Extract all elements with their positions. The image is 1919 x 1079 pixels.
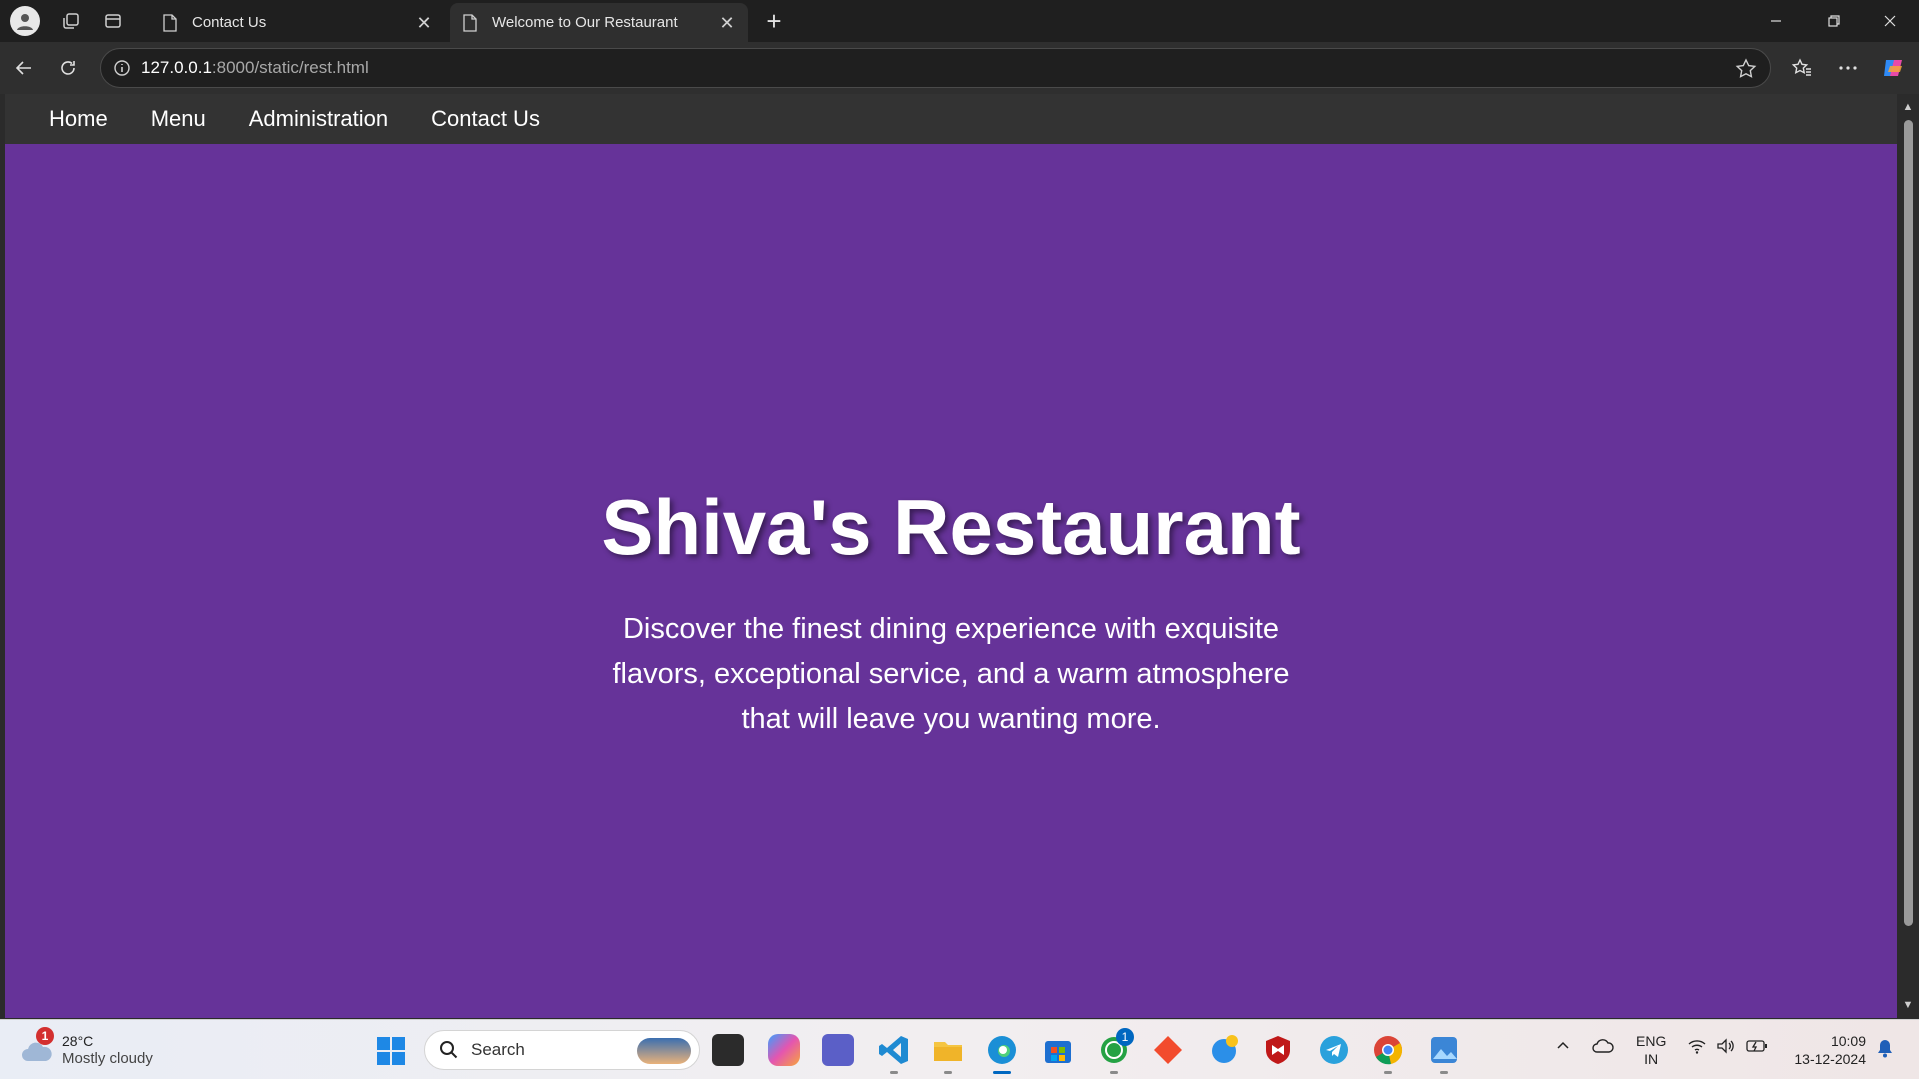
more-options-icon[interactable]	[1825, 45, 1871, 91]
vscode-icon[interactable]	[878, 1034, 910, 1074]
input-language-indicator[interactable]: ENG IN	[1636, 1032, 1666, 1068]
system-clock[interactable]: 10:09 13-12-2024	[1786, 1032, 1866, 1068]
address-bar-row: 127.0.0.1:8000/static/rest.html	[0, 42, 1919, 94]
close-tab-icon[interactable]: ✕	[415, 14, 433, 32]
edge-icon[interactable]	[986, 1034, 1018, 1074]
onedrive-cloud-icon[interactable]	[1592, 1038, 1614, 1058]
profile-avatar-icon[interactable]	[10, 6, 40, 36]
language-code: ENG	[1636, 1033, 1667, 1049]
ie-style-app-icon[interactable]	[1208, 1034, 1240, 1066]
page-icon	[163, 13, 177, 32]
search-label: Search	[471, 1040, 525, 1059]
windows-start-icon[interactable]	[376, 1036, 406, 1066]
close-tab-icon[interactable]: ✕	[718, 14, 736, 32]
teams-icon[interactable]	[822, 1034, 854, 1066]
hero-tagline: Discover the finest dining experience wi…	[612, 613, 1290, 735]
hero-title: Shiva's Restaurant	[601, 483, 1301, 571]
address-input[interactable]: 127.0.0.1:8000/static/rest.html	[100, 48, 1771, 88]
back-icon[interactable]	[2, 46, 46, 90]
copilot-icon[interactable]	[1871, 45, 1917, 91]
browser-title-bar: Contact Us ✕ Welcome to Our Restaurant ✕…	[0, 0, 1919, 42]
nav-administration-link[interactable]: Administration	[249, 106, 388, 132]
show-hidden-icons-chevron-icon[interactable]	[1555, 1038, 1571, 1058]
photos-app-icon[interactable]	[1428, 1034, 1460, 1074]
mcafee-shield-icon[interactable]	[1262, 1034, 1294, 1066]
url-host: 127.0.0.1	[141, 58, 212, 77]
site-info-icon[interactable]	[113, 59, 131, 77]
page-icon	[463, 13, 477, 32]
nav-menu-link[interactable]: Menu	[151, 106, 206, 132]
weather-alert-badge: 1	[36, 1027, 54, 1045]
file-explorer-icon[interactable]	[932, 1034, 964, 1074]
taskbar-search[interactable]: Search	[424, 1030, 700, 1070]
favorite-star-icon[interactable]	[1734, 57, 1758, 81]
whatsapp-notification-badge: 1	[1116, 1028, 1134, 1046]
telegram-icon[interactable]	[1318, 1034, 1350, 1066]
cloud-icon: 1	[20, 1027, 54, 1063]
weather-widget[interactable]: 1 28°C Mostly cloudy	[20, 1027, 170, 1072]
task-view-icon[interactable]	[712, 1034, 744, 1066]
tab-welcome-restaurant[interactable]: Welcome to Our Restaurant ✕	[450, 3, 748, 42]
search-highlight-image	[637, 1038, 691, 1064]
wifi-icon[interactable]	[1688, 1038, 1706, 1058]
workspaces-icon[interactable]	[50, 0, 92, 42]
favorites-icon[interactable]	[1779, 45, 1825, 91]
tab-actions-icon[interactable]	[92, 0, 134, 42]
restore-icon[interactable]	[1805, 0, 1863, 42]
region-code: IN	[1644, 1051, 1659, 1067]
scrollbar-thumb[interactable]	[1904, 120, 1913, 926]
battery-icon[interactable]	[1746, 1038, 1768, 1058]
tab-title: Welcome to Our Restaurant	[492, 14, 678, 31]
weather-temperature: 28°C	[62, 1033, 94, 1049]
page-scrollbar[interactable]: ▲ ▼	[1897, 94, 1919, 1018]
minimize-icon[interactable]	[1747, 0, 1805, 42]
tab-title: Contact Us	[192, 14, 267, 31]
tab-contact-us[interactable]: Contact Us ✕	[150, 3, 445, 42]
scroll-up-arrow-icon[interactable]: ▲	[1902, 102, 1914, 113]
restaurant-page: Home Menu Administration Contact Us Shiv…	[5, 94, 1897, 1018]
notification-bell-icon[interactable]	[1876, 1038, 1894, 1062]
close-window-icon[interactable]	[1861, 0, 1919, 42]
chrome-icon[interactable]	[1372, 1034, 1404, 1074]
url-path: :8000/static/rest.html	[211, 58, 369, 77]
clock-date: 13-12-2024	[1794, 1051, 1866, 1067]
nav-home-link[interactable]: Home	[49, 106, 108, 132]
microsoft-store-icon[interactable]	[1042, 1034, 1074, 1066]
search-icon	[440, 1041, 458, 1059]
copilot-app-icon[interactable]	[768, 1034, 800, 1066]
scroll-down-arrow-icon[interactable]: ▼	[1902, 1000, 1914, 1011]
browser-toolbar-right	[1779, 42, 1919, 94]
whatsapp-icon[interactable]: 1	[1098, 1028, 1134, 1074]
new-tab-button[interactable]: +	[758, 6, 790, 38]
git-diamond-icon[interactable]	[1152, 1034, 1184, 1066]
taskbar: 1 28°C Mostly cloudy Search 1 ENG IN 10:…	[0, 1019, 1919, 1079]
weather-condition: Mostly cloudy	[62, 1050, 153, 1067]
nav-contact-us-link[interactable]: Contact Us	[431, 106, 540, 132]
refresh-icon[interactable]	[46, 46, 90, 90]
volume-icon[interactable]	[1716, 1038, 1736, 1058]
page-viewport: Home Menu Administration Contact Us Shiv…	[0, 94, 1919, 1019]
site-navbar: Home Menu Administration Contact Us	[5, 94, 1897, 144]
clock-time: 10:09	[1830, 1033, 1866, 1049]
